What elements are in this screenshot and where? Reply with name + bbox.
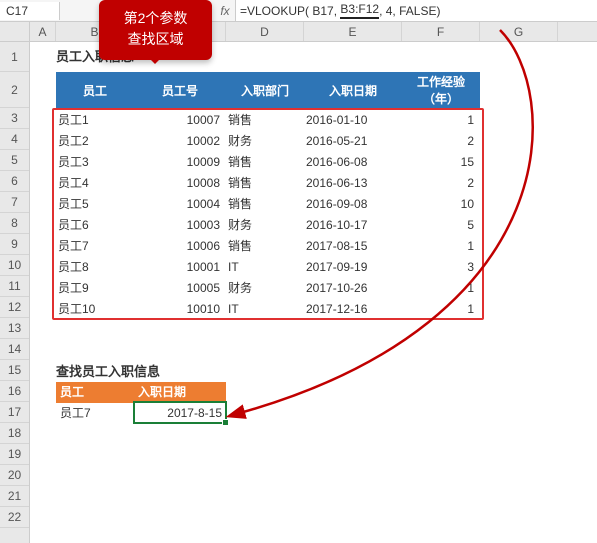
header-exp: 工作经验（年） xyxy=(402,73,480,107)
callout-line-1: 第2个参数 xyxy=(103,8,208,29)
select-all-corner[interactable] xyxy=(0,22,30,41)
row-header-17[interactable]: 17 xyxy=(0,402,29,423)
row-header-22[interactable]: 22 xyxy=(0,507,29,528)
formula-bar: C17 fx =VLOOKUP( B17, B3:F12 , 4, FALSE) xyxy=(0,0,597,22)
formula-text-highlight: B3:F12 xyxy=(340,2,379,19)
column-headers: ABCDEFG xyxy=(0,22,597,42)
row-header-9[interactable]: 9 xyxy=(0,234,29,255)
row-header-10[interactable]: 10 xyxy=(0,255,29,276)
row-header-18[interactable]: 18 xyxy=(0,423,29,444)
header-date: 入职日期 xyxy=(304,82,402,99)
annotation-callout: 第2个参数 查找区域 xyxy=(99,0,212,60)
column-header-G[interactable]: G xyxy=(480,22,558,41)
row-header-2[interactable]: 2 xyxy=(0,72,29,108)
cell-content: 员工入职信息 员工 员工号 入职部门 入职日期 工作经验（年） 员工110007… xyxy=(30,42,597,543)
row-header-20[interactable]: 20 xyxy=(0,465,29,486)
column-header-A[interactable]: A xyxy=(30,22,56,41)
column-header-D[interactable]: D xyxy=(226,22,304,41)
lookup-header-row: 员工 入职日期 xyxy=(56,382,226,403)
table-header-row: 员工 员工号 入职部门 入职日期 工作经验（年） xyxy=(56,72,480,108)
row-header-6[interactable]: 6 xyxy=(0,171,29,192)
row-header-19[interactable]: 19 xyxy=(0,444,29,465)
formula-text-prefix: =VLOOKUP( B17, xyxy=(240,4,340,18)
row-header-1[interactable]: 1 xyxy=(0,42,29,72)
column-header-E[interactable]: E xyxy=(304,22,402,41)
row-header-4[interactable]: 4 xyxy=(0,129,29,150)
lookup-header-emp: 员工 xyxy=(56,382,134,403)
row-headers: 12345678910111213141516171819202122 xyxy=(0,42,30,543)
highlight-box-range xyxy=(52,108,484,320)
callout-line-2: 查找区域 xyxy=(103,29,208,50)
row-header-13[interactable]: 13 xyxy=(0,318,29,339)
fill-handle[interactable] xyxy=(222,419,229,426)
formula-input[interactable]: =VLOOKUP( B17, B3:F12 , 4, FALSE) xyxy=(235,0,597,21)
column-header-F[interactable]: F xyxy=(402,22,480,41)
header-emp: 员工 xyxy=(56,82,134,99)
cell-reference-box[interactable]: C17 xyxy=(0,2,60,20)
row-header-21[interactable]: 21 xyxy=(0,486,29,507)
lookup-emp-value[interactable]: 员工7 xyxy=(56,403,134,424)
row-header-15[interactable]: 15 xyxy=(0,360,29,381)
row-header-14[interactable]: 14 xyxy=(0,339,29,360)
formula-text-suffix: , 4, FALSE) xyxy=(379,4,440,18)
header-dept: 入职部门 xyxy=(226,82,304,99)
lookup-header-date: 入职日期 xyxy=(134,382,226,403)
spreadsheet-grid[interactable]: 12345678910111213141516171819202122 员工入职… xyxy=(0,42,597,543)
row-header-3[interactable]: 3 xyxy=(0,108,29,129)
row-header-7[interactable]: 7 xyxy=(0,192,29,213)
row-header-12[interactable]: 12 xyxy=(0,297,29,318)
row-header-8[interactable]: 8 xyxy=(0,213,29,234)
header-id: 员工号 xyxy=(134,82,226,99)
row-header-11[interactable]: 11 xyxy=(0,276,29,297)
lookup-title: 查找员工入职信息 xyxy=(56,361,160,380)
row-header-16[interactable]: 16 xyxy=(0,381,29,402)
active-cell-border xyxy=(133,401,227,424)
row-header-5[interactable]: 5 xyxy=(0,150,29,171)
fx-icon[interactable]: fx xyxy=(215,4,235,18)
